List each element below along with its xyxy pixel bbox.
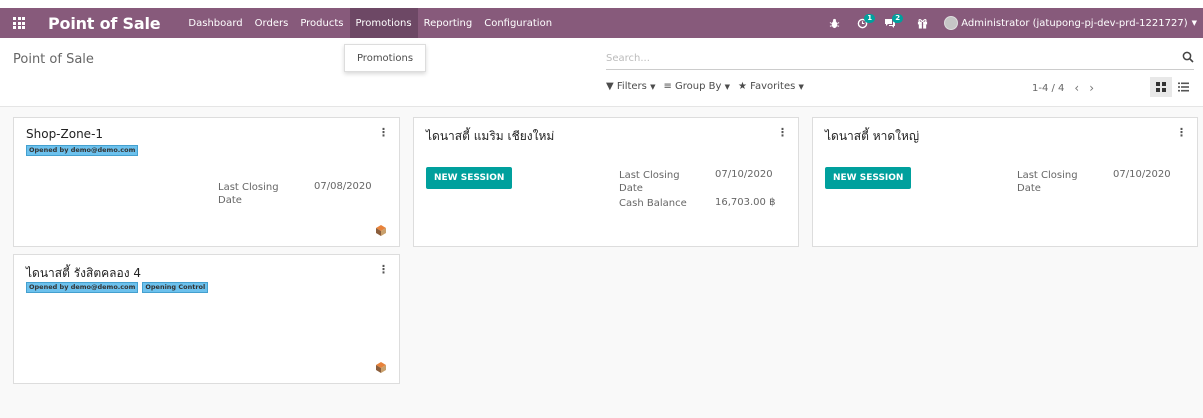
- tag-list: Opened by demo@demo.com: [26, 145, 142, 156]
- card-menu-icon[interactable]: ⋮: [378, 126, 389, 139]
- cash-balance-label: Cash Balance: [619, 198, 687, 209]
- pos-card[interactable]: ไดนาสตี้ หาดใหญ่ ⋮ NEW SESSION Last Clos…: [812, 117, 1198, 247]
- kanban-view-button[interactable]: [1150, 77, 1172, 97]
- last-closing-value: 07/10/2020: [1113, 169, 1171, 180]
- list-icon: [1177, 82, 1189, 92]
- messages-icon[interactable]: 2: [878, 8, 904, 38]
- kanban-icon: [1156, 82, 1166, 92]
- pos-card[interactable]: Shop-Zone-1 ⋮ Opened by demo@demo.com La…: [13, 117, 400, 247]
- filters-label: Filters: [616, 81, 647, 92]
- pager: 1-4 / 4 ‹ ›: [1032, 81, 1094, 95]
- menu-orders[interactable]: Orders: [249, 8, 295, 38]
- new-session-button[interactable]: NEW SESSION: [825, 167, 912, 189]
- cash-balance-value: 16,703.00 ฿: [715, 197, 776, 208]
- user-menu[interactable]: Administrator (jatupong-pj-dev-prd-12217…: [944, 16, 1203, 30]
- last-closing-label: Last Closing Date: [218, 182, 279, 206]
- app-title[interactable]: Point of Sale: [48, 14, 161, 33]
- menu-dashboard[interactable]: Dashboard: [182, 8, 248, 38]
- card-menu-icon[interactable]: ⋮: [777, 126, 788, 139]
- avatar: [944, 16, 959, 30]
- menu-reporting[interactable]: Reporting: [418, 8, 479, 38]
- filters-dropdown[interactable]: ▼ Filters ▼: [606, 81, 655, 92]
- menu-products[interactable]: Products: [294, 8, 349, 38]
- search-input[interactable]: [606, 48, 1166, 68]
- status-badge: Opening Control: [142, 282, 209, 293]
- pager-value[interactable]: 1-4 / 4: [1032, 83, 1064, 94]
- caret-down-icon: ▼: [798, 83, 804, 91]
- apps-menu-icon[interactable]: [4, 8, 34, 38]
- gift-icon[interactable]: [910, 8, 934, 38]
- filter-icon: ▼: [606, 81, 614, 92]
- search-bar: [606, 48, 1194, 70]
- card-menu-icon[interactable]: ⋮: [378, 263, 389, 276]
- last-closing-label: Last Closing Date: [619, 170, 680, 194]
- activity-clock-icon[interactable]: 1: [850, 8, 876, 38]
- last-closing-value: 07/10/2020: [715, 169, 773, 180]
- group-by-icon: ≡: [663, 81, 672, 92]
- search-icon[interactable]: [1182, 51, 1194, 63]
- pos-card[interactable]: ไดนาสตี้ รังสิตคลอง 4 ⋮ Opened by demo@d…: [13, 254, 400, 384]
- favorites-dropdown[interactable]: ★ Favorites ▼: [738, 81, 804, 92]
- chevron-right-icon[interactable]: ›: [1089, 81, 1094, 95]
- bug-icon[interactable]: [822, 8, 846, 38]
- card-title: ไดนาสตี้ แมริม เชียงใหม่: [426, 129, 555, 143]
- view-switcher: [1150, 77, 1194, 97]
- card-title: ไดนาสตี้ หาดใหญ่: [825, 129, 920, 143]
- chevron-down-icon: ▼: [1191, 19, 1197, 27]
- activity-badge: 1: [864, 14, 876, 23]
- card-menu-icon[interactable]: ⋮: [1176, 126, 1187, 139]
- new-session-button[interactable]: NEW SESSION: [426, 167, 513, 189]
- caret-down-icon: ▼: [650, 83, 656, 91]
- star-icon: ★: [738, 81, 747, 92]
- card-title: ไดนาสตี้ รังสิตคลอง 4: [26, 266, 142, 280]
- last-closing-value: 07/08/2020: [314, 181, 372, 192]
- group-by-label: Group By: [675, 81, 722, 92]
- top-navbar: Point of Sale Dashboard Orders Products …: [0, 8, 1203, 38]
- main-menu: Dashboard Orders Products Promotions Rep…: [182, 8, 558, 38]
- search-options: ▼ Filters ▼ ≡ Group By ▼ ★ Favorites ▼: [606, 81, 812, 92]
- status-badge: Opened by demo@demo.com: [26, 282, 139, 293]
- chevron-left-icon[interactable]: ‹: [1074, 81, 1079, 95]
- menu-configuration[interactable]: Configuration: [478, 8, 558, 38]
- pos-card[interactable]: ไดนาสตี้ แมริม เชียงใหม่ ⋮ NEW SESSION L…: [413, 117, 799, 247]
- menu-promotions[interactable]: Promotions: [349, 8, 418, 38]
- tag-list: Opened by demo@demo.com Opening Control: [26, 282, 212, 293]
- list-view-button[interactable]: [1172, 77, 1194, 97]
- pos-logo-icon: [376, 225, 386, 236]
- kanban-view: Shop-Zone-1 ⋮ Opened by demo@demo.com La…: [0, 106, 1203, 418]
- breadcrumb: Point of Sale: [13, 52, 94, 67]
- messages-badge: 2: [892, 14, 904, 23]
- status-badge: Opened by demo@demo.com: [26, 145, 139, 156]
- last-closing-label: Last Closing Date: [1017, 170, 1078, 194]
- promotions-dropdown: Promotions: [344, 44, 426, 72]
- caret-down-icon: ▼: [724, 83, 731, 91]
- pos-logo-icon: [376, 362, 386, 373]
- group-by-dropdown[interactable]: ≡ Group By ▼: [663, 81, 730, 92]
- user-name: Administrator (jatupong-pj-dev-prd-12217…: [961, 17, 1188, 29]
- card-title: Shop-Zone-1: [26, 127, 104, 141]
- favorites-label: Favorites: [750, 81, 796, 92]
- dropdown-item-promotions[interactable]: Promotions: [357, 53, 413, 64]
